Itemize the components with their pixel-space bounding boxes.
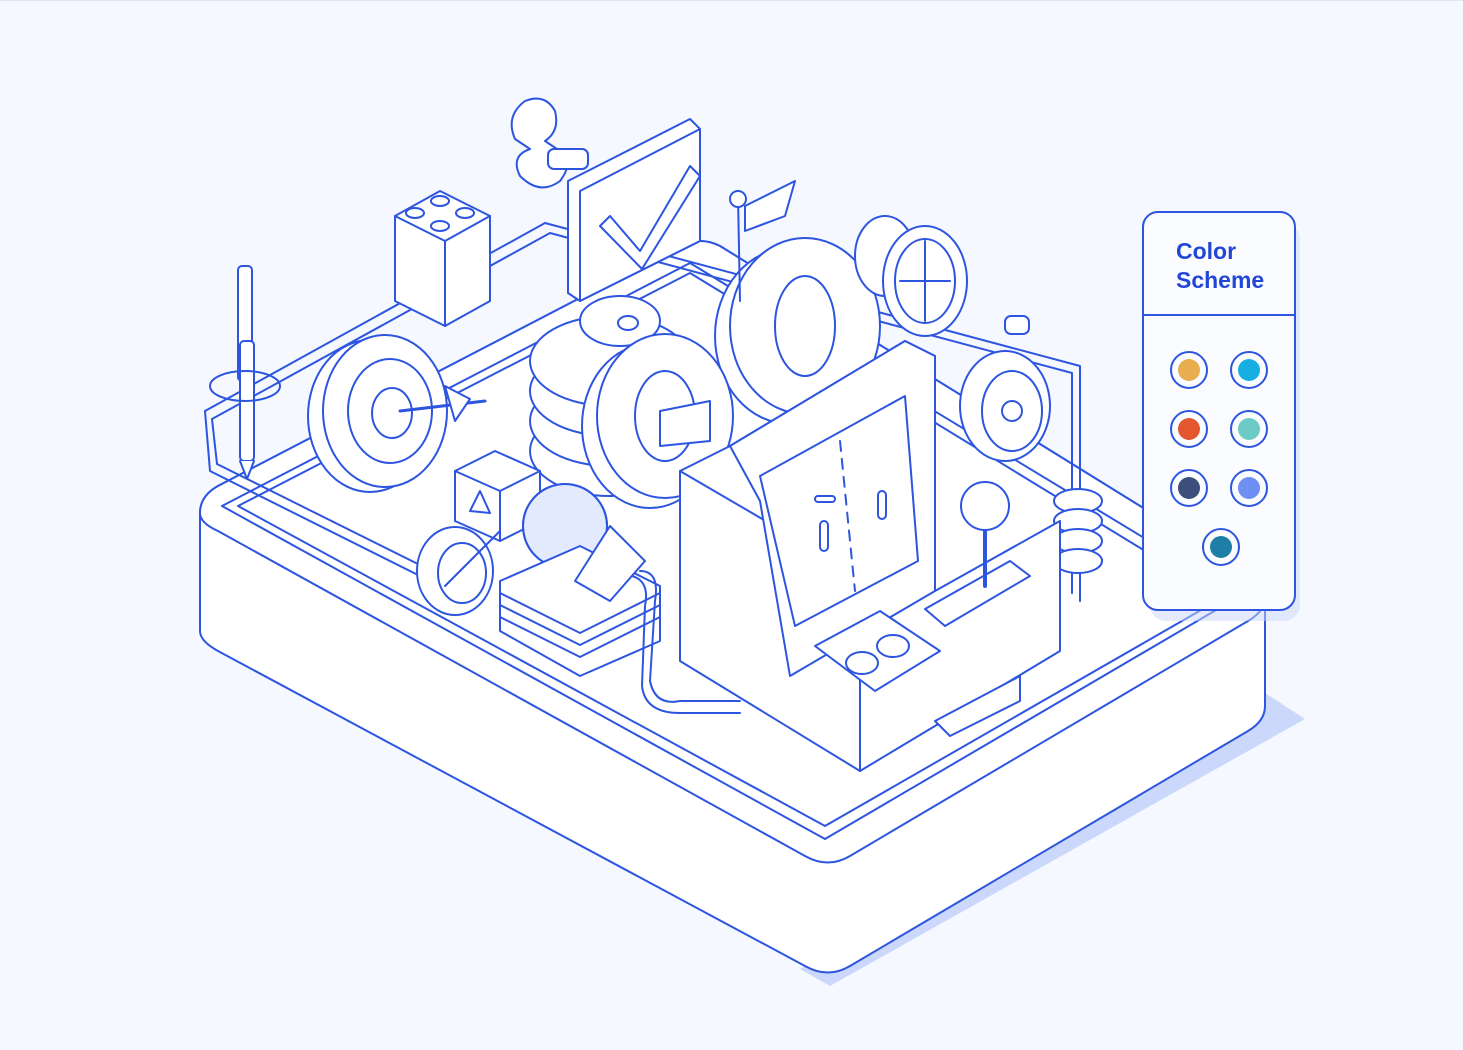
- panel-divider: [1144, 314, 1294, 316]
- color-scheme-panel: Color Scheme: [1142, 211, 1296, 611]
- swatch-red-orange[interactable]: [1170, 410, 1208, 448]
- swatch-dot: [1178, 418, 1200, 440]
- wind-up-key: [510, 97, 589, 189]
- building-brick: [394, 190, 491, 327]
- swatch-dot: [1238, 418, 1260, 440]
- swatch-periwinkle[interactable]: [1230, 469, 1268, 507]
- swatch-deep-teal[interactable]: [1202, 528, 1240, 566]
- swatch-cyan[interactable]: [1230, 351, 1268, 389]
- swatch-dot: [1238, 477, 1260, 499]
- swatch-dot: [1210, 536, 1232, 558]
- swatch-teal[interactable]: [1230, 410, 1268, 448]
- color-scheme-title: Color Scheme: [1176, 238, 1265, 293]
- swatch-dot: [1238, 359, 1260, 381]
- swatch-dot: [1178, 359, 1200, 381]
- swatch-yellow[interactable]: [1170, 351, 1208, 389]
- swatch-navy[interactable]: [1170, 469, 1208, 507]
- illustration-canvas: Color Scheme: [0, 0, 1463, 1049]
- swatch-dot: [1178, 477, 1200, 499]
- pencil: [209, 265, 281, 480]
